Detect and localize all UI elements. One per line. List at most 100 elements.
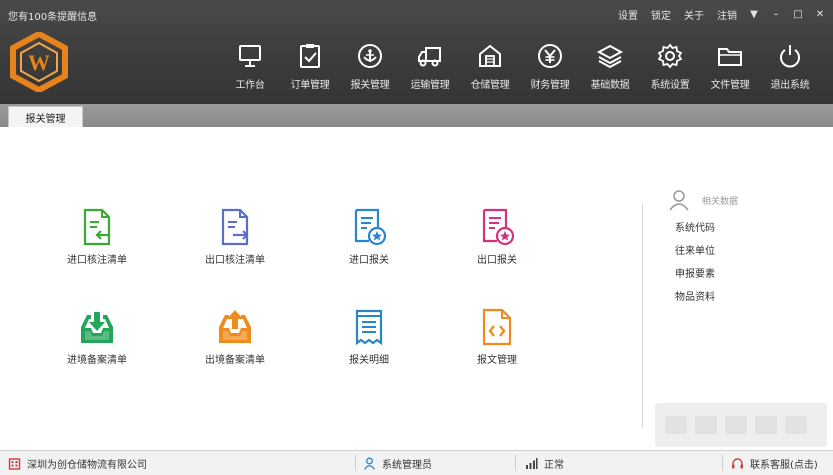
- user-icon: [363, 457, 376, 470]
- inbox-upload-icon: [219, 310, 251, 343]
- nav-orders[interactable]: 订单管理: [280, 42, 340, 100]
- status-company: 深圳为创仓储物流有限公司: [8, 451, 147, 475]
- reminder-notice[interactable]: 您有100条提醒信息: [8, 8, 97, 23]
- folder-icon: [718, 48, 742, 66]
- import-doc-icon: [83, 208, 111, 246]
- app-header: 您有100条提醒信息 设置 锁定 关于 注销 ▼ – □ ✕ W 工作台 订单管…: [0, 0, 833, 104]
- nav-finance[interactable]: 财务管理: [520, 42, 580, 100]
- nav-system-settings[interactable]: 系统设置: [640, 42, 700, 100]
- anchor-icon: [358, 44, 382, 68]
- related-item-declaration-elements[interactable]: 申报要素: [675, 265, 788, 280]
- blur-block: [755, 416, 777, 434]
- outbound-filing-list-button[interactable]: 出境备案清单: [190, 307, 280, 366]
- blur-block: [695, 416, 717, 434]
- export-doc-icon: [221, 208, 249, 246]
- status-connection: 正常: [525, 451, 564, 475]
- logo-letter: W: [28, 50, 50, 75]
- nav-customs[interactable]: 报关管理: [340, 42, 400, 100]
- func-label: 出口报关: [477, 255, 517, 266]
- status-separator: [515, 455, 516, 471]
- building-icon: [8, 457, 21, 470]
- import-declare-icon: [354, 208, 387, 246]
- nav-label: 工作台: [235, 80, 265, 91]
- nav-label: 基础数据: [590, 80, 630, 91]
- func-label: 进口核注清单: [67, 255, 127, 266]
- lock-link[interactable]: 锁定: [651, 7, 671, 22]
- top-links: 设置 锁定 关于 注销 ▼ – □ ✕: [605, 7, 825, 22]
- current-user: 系统管理员: [382, 459, 432, 471]
- nav-transport[interactable]: 运输管理: [400, 42, 460, 100]
- export-checklist-button[interactable]: 出口核注清单: [190, 207, 280, 266]
- nav-label: 退出系统: [770, 80, 810, 91]
- nav-label: 报关管理: [350, 80, 390, 91]
- company-logo: W: [10, 32, 68, 92]
- minimize-button[interactable]: –: [771, 9, 781, 20]
- tab-strip: 报关管理: [0, 104, 833, 127]
- func-label: 报文管理: [477, 355, 517, 366]
- import-checklist-button[interactable]: 进口核注清单: [52, 207, 142, 266]
- panel-divider: [642, 203, 643, 428]
- blurred-watermark: [655, 403, 827, 447]
- tab-customs-management[interactable]: 报关管理: [8, 106, 83, 127]
- contact-support-label: 联系客服(点击): [750, 459, 818, 471]
- func-label: 进口报关: [349, 255, 389, 266]
- clipboard-check-icon: [300, 44, 320, 68]
- status-user: 系统管理员: [363, 451, 432, 475]
- related-data-title: 相关数据: [702, 196, 739, 207]
- connection-status: 正常: [544, 459, 564, 471]
- settings-link[interactable]: 设置: [618, 7, 638, 22]
- receipt-list-icon: [355, 309, 383, 346]
- inbound-filing-list-button[interactable]: 进境备案清单: [52, 307, 142, 366]
- message-management-button[interactable]: 报文管理: [452, 307, 542, 366]
- maximize-button[interactable]: □: [793, 9, 803, 20]
- blur-block: [665, 416, 687, 434]
- truck-icon: [418, 47, 441, 67]
- status-separator: [355, 455, 356, 471]
- user-outline-icon: [669, 190, 689, 211]
- related-item-partners[interactable]: 往来单位: [675, 242, 788, 257]
- nav-workbench[interactable]: 工作台: [220, 42, 280, 100]
- declaration-detail-button[interactable]: 报关明细: [324, 307, 414, 366]
- company-name: 深圳为创仓储物流有限公司: [27, 459, 147, 471]
- nav-exit[interactable]: 退出系统: [760, 42, 820, 100]
- yen-icon: [538, 44, 562, 68]
- nav-label: 文件管理: [710, 80, 750, 91]
- headset-icon: [732, 457, 743, 468]
- about-link[interactable]: 关于: [684, 7, 704, 22]
- layers-icon: [596, 44, 624, 69]
- contact-support-button[interactable]: 联系客服(点击): [731, 451, 818, 475]
- warehouse-icon: [479, 44, 501, 67]
- main-panel: 进口核注清单 出口核注清单 进口报关 出口报关 进境备案清单 出境备案清单 报关…: [0, 127, 833, 450]
- blur-block: [785, 416, 807, 434]
- func-label: 进境备案清单: [67, 355, 127, 366]
- monitor-icon: [239, 45, 261, 67]
- window-menu-button[interactable]: ▼: [749, 9, 759, 20]
- logout-link[interactable]: 注销: [717, 7, 737, 22]
- nav-label: 订单管理: [290, 80, 330, 91]
- code-doc-icon: [482, 308, 512, 346]
- func-label: 出境备案清单: [205, 355, 265, 366]
- nav-label: 财务管理: [530, 80, 570, 91]
- nav-files[interactable]: 文件管理: [700, 42, 760, 100]
- related-item-goods-data[interactable]: 物品资料: [675, 288, 788, 303]
- signal-bars-icon: [526, 457, 538, 469]
- inbox-download-icon: [81, 312, 113, 343]
- nav-label: 仓储管理: [470, 80, 510, 91]
- related-data-header: 相关数据: [668, 189, 788, 211]
- blur-block: [725, 416, 747, 434]
- gear-icon: [657, 43, 683, 69]
- func-label: 报关明细: [349, 355, 389, 366]
- status-separator: [722, 455, 723, 471]
- nav-warehouse[interactable]: 仓储管理: [460, 42, 520, 100]
- export-declaration-button[interactable]: 出口报关: [452, 207, 542, 266]
- import-declaration-button[interactable]: 进口报关: [324, 207, 414, 266]
- main-nav: 工作台 订单管理 报关管理 运输管理 仓储管理 财务管理 基础数据 系统设置 文…: [220, 42, 820, 100]
- status-bar: 深圳为创仓储物流有限公司 系统管理员 正常 联系客服(点击): [0, 450, 833, 475]
- nav-base-data[interactable]: 基础数据: [580, 42, 640, 100]
- close-button[interactable]: ✕: [815, 9, 825, 20]
- related-item-system-code[interactable]: 系统代码: [675, 219, 788, 234]
- export-declare-icon: [482, 208, 515, 246]
- power-icon: [780, 45, 800, 68]
- related-data-panel: 相关数据 系统代码 往来单位 申报要素 物品资料: [668, 189, 788, 303]
- nav-label: 运输管理: [410, 80, 450, 91]
